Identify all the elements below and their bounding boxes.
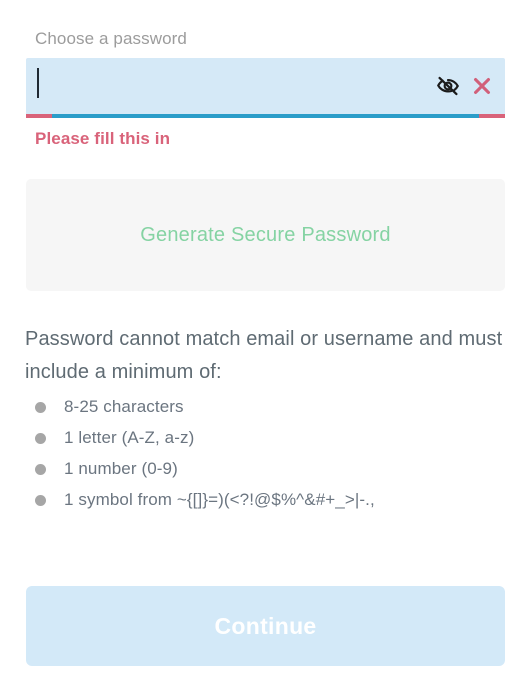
password-field-block: Choose a password Please fill this in xyxy=(26,28,505,149)
input-action-group xyxy=(435,73,505,99)
list-item: 8-25 characters xyxy=(25,397,505,417)
bullet-icon xyxy=(35,432,46,444)
password-requirements: Password cannot match email or username … xyxy=(25,323,505,521)
requirement-text: 1 number (0-9) xyxy=(64,459,178,478)
password-requirements-heading: Password cannot match email or username … xyxy=(25,328,503,383)
password-input[interactable] xyxy=(26,59,435,113)
bullet-icon xyxy=(35,494,46,506)
close-x-icon xyxy=(474,78,490,94)
eye-slash-icon xyxy=(437,76,459,96)
requirement-text: 1 symbol from ~{[]}=)(<?!@$%^&#+_>|-., xyxy=(64,490,375,509)
password-setup-screen: Choose a password Please fill this in Ge… xyxy=(0,0,529,693)
generate-secure-password-label: Generate Secure Password xyxy=(140,223,391,246)
list-item: 1 symbol from ~{[]}=)(<?!@$%^&#+_>|-., xyxy=(25,490,505,510)
list-item: 1 number (0-9) xyxy=(25,459,505,479)
bullet-icon xyxy=(35,463,46,475)
clear-password-button[interactable] xyxy=(471,75,493,97)
toggle-password-visibility-button[interactable] xyxy=(435,73,461,99)
list-item: 1 letter (A-Z, a-z) xyxy=(25,428,505,448)
continue-button[interactable]: Continue xyxy=(26,586,505,666)
password-error-message: Please fill this in xyxy=(35,129,171,148)
bullet-icon xyxy=(35,401,46,413)
generate-secure-password-panel[interactable]: Generate Secure Password xyxy=(26,179,505,291)
password-input-container[interactable] xyxy=(26,58,505,114)
password-field-label: Choose a password xyxy=(35,29,187,48)
text-caret xyxy=(37,68,39,98)
password-requirements-list: 8-25 characters 1 letter (A-Z, a-z) 1 nu… xyxy=(25,397,505,510)
input-underline-focus-indicator xyxy=(52,114,479,118)
requirement-text: 8-25 characters xyxy=(64,397,184,416)
requirement-text: 1 letter (A-Z, a-z) xyxy=(64,428,195,447)
input-underline xyxy=(26,114,505,118)
